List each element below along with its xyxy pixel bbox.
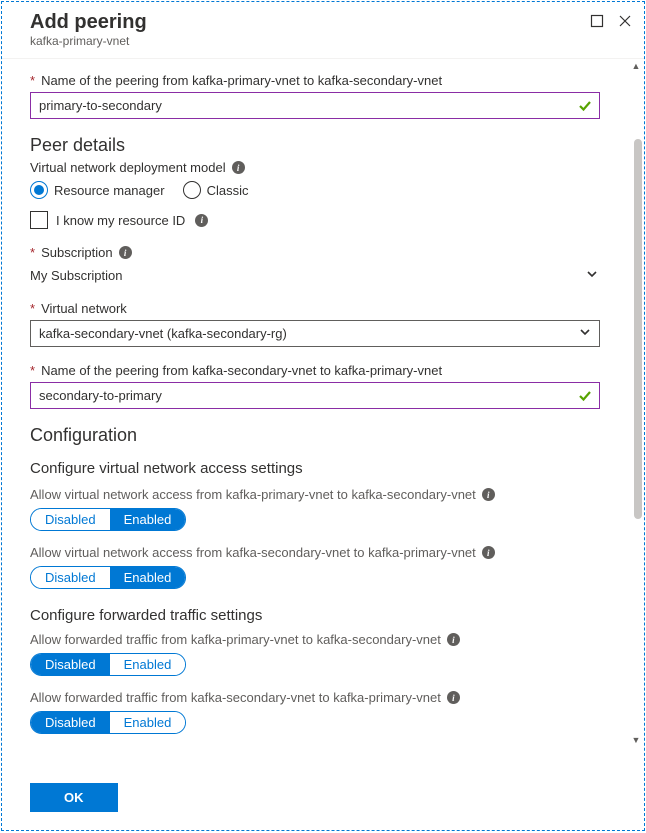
close-icon bbox=[618, 14, 632, 28]
info-icon[interactable]: i bbox=[447, 633, 460, 646]
vnet-select[interactable]: kafka-secondary-vnet (kafka-secondary-rg… bbox=[30, 320, 600, 347]
chevron-down-icon bbox=[579, 326, 591, 341]
know-resource-id-checkbox[interactable] bbox=[30, 211, 48, 229]
vna-heading: Configure virtual network access setting… bbox=[30, 460, 600, 477]
subscription-label: * Subscription i bbox=[30, 245, 600, 260]
ok-button[interactable]: OK bbox=[30, 783, 118, 812]
toggle-disabled-option[interactable]: Disabled bbox=[31, 509, 110, 530]
toggle-enabled-option[interactable]: Enabled bbox=[110, 712, 186, 733]
fwd-toggle-2[interactable]: Disabled Enabled bbox=[30, 711, 186, 734]
blade-subtitle: kafka-primary-vnet bbox=[30, 34, 588, 48]
peer-details-heading: Peer details bbox=[30, 135, 600, 156]
blade-title: Add peering bbox=[30, 10, 588, 34]
toggle-disabled-option[interactable]: Disabled bbox=[31, 712, 110, 733]
scroll-down-icon[interactable]: ▼ bbox=[631, 735, 641, 745]
deployment-model-label: Virtual network deployment model i bbox=[30, 160, 600, 175]
valid-check-icon bbox=[578, 389, 592, 403]
info-icon[interactable]: i bbox=[447, 691, 460, 704]
scroll-up-icon[interactable]: ▲ bbox=[631, 61, 641, 71]
peering-name2-input[interactable] bbox=[30, 382, 600, 409]
fwd-heading: Configure forwarded traffic settings bbox=[30, 607, 600, 624]
fwd-desc1: Allow forwarded traffic from kafka-prima… bbox=[30, 632, 600, 647]
info-icon[interactable]: i bbox=[195, 214, 208, 227]
configuration-heading: Configuration bbox=[30, 425, 600, 446]
maximize-button[interactable] bbox=[588, 12, 606, 30]
info-icon[interactable]: i bbox=[232, 161, 245, 174]
radio-resource-manager[interactable]: Resource manager bbox=[30, 181, 165, 199]
close-button[interactable] bbox=[616, 12, 634, 30]
toggle-enabled-option[interactable]: Enabled bbox=[110, 654, 186, 675]
valid-check-icon bbox=[578, 99, 592, 113]
scrollbar-thumb[interactable] bbox=[634, 139, 642, 519]
subscription-dropdown[interactable]: My Subscription bbox=[30, 264, 600, 287]
chevron-down-icon bbox=[586, 268, 598, 283]
toggle-disabled-option[interactable]: Disabled bbox=[31, 654, 110, 675]
toggle-enabled-option[interactable]: Enabled bbox=[110, 509, 186, 530]
vna-desc1: Allow virtual network access from kafka-… bbox=[30, 487, 600, 502]
know-resource-id-label: I know my resource ID bbox=[56, 213, 185, 228]
vnet-label: * Virtual network bbox=[30, 301, 600, 316]
blade-content: * Name of the peering from kafka-primary… bbox=[2, 59, 628, 769]
vna-desc2: Allow virtual network access from kafka-… bbox=[30, 545, 600, 560]
maximize-icon bbox=[590, 14, 604, 28]
peering-name2-label: * Name of the peering from kafka-seconda… bbox=[30, 363, 600, 378]
peering-name1-input[interactable] bbox=[30, 92, 600, 119]
blade-header: Add peering kafka-primary-vnet bbox=[2, 2, 644, 59]
info-icon[interactable]: i bbox=[119, 246, 132, 259]
info-icon[interactable]: i bbox=[482, 546, 495, 559]
fwd-desc2: Allow forwarded traffic from kafka-secon… bbox=[30, 690, 600, 705]
peering-name1-label: * Name of the peering from kafka-primary… bbox=[30, 73, 600, 88]
scrollbar[interactable]: ▲ ▼ bbox=[628, 59, 644, 769]
add-peering-blade: Add peering kafka-primary-vnet * Name of… bbox=[1, 1, 645, 831]
radio-classic[interactable]: Classic bbox=[183, 181, 249, 199]
toggle-disabled-option[interactable]: Disabled bbox=[31, 567, 110, 588]
blade-footer: OK bbox=[2, 769, 644, 830]
vna-toggle-1[interactable]: Disabled Enabled bbox=[30, 508, 186, 531]
fwd-toggle-1[interactable]: Disabled Enabled bbox=[30, 653, 186, 676]
toggle-enabled-option[interactable]: Enabled bbox=[110, 567, 186, 588]
vna-toggle-2[interactable]: Disabled Enabled bbox=[30, 566, 186, 589]
info-icon[interactable]: i bbox=[482, 488, 495, 501]
